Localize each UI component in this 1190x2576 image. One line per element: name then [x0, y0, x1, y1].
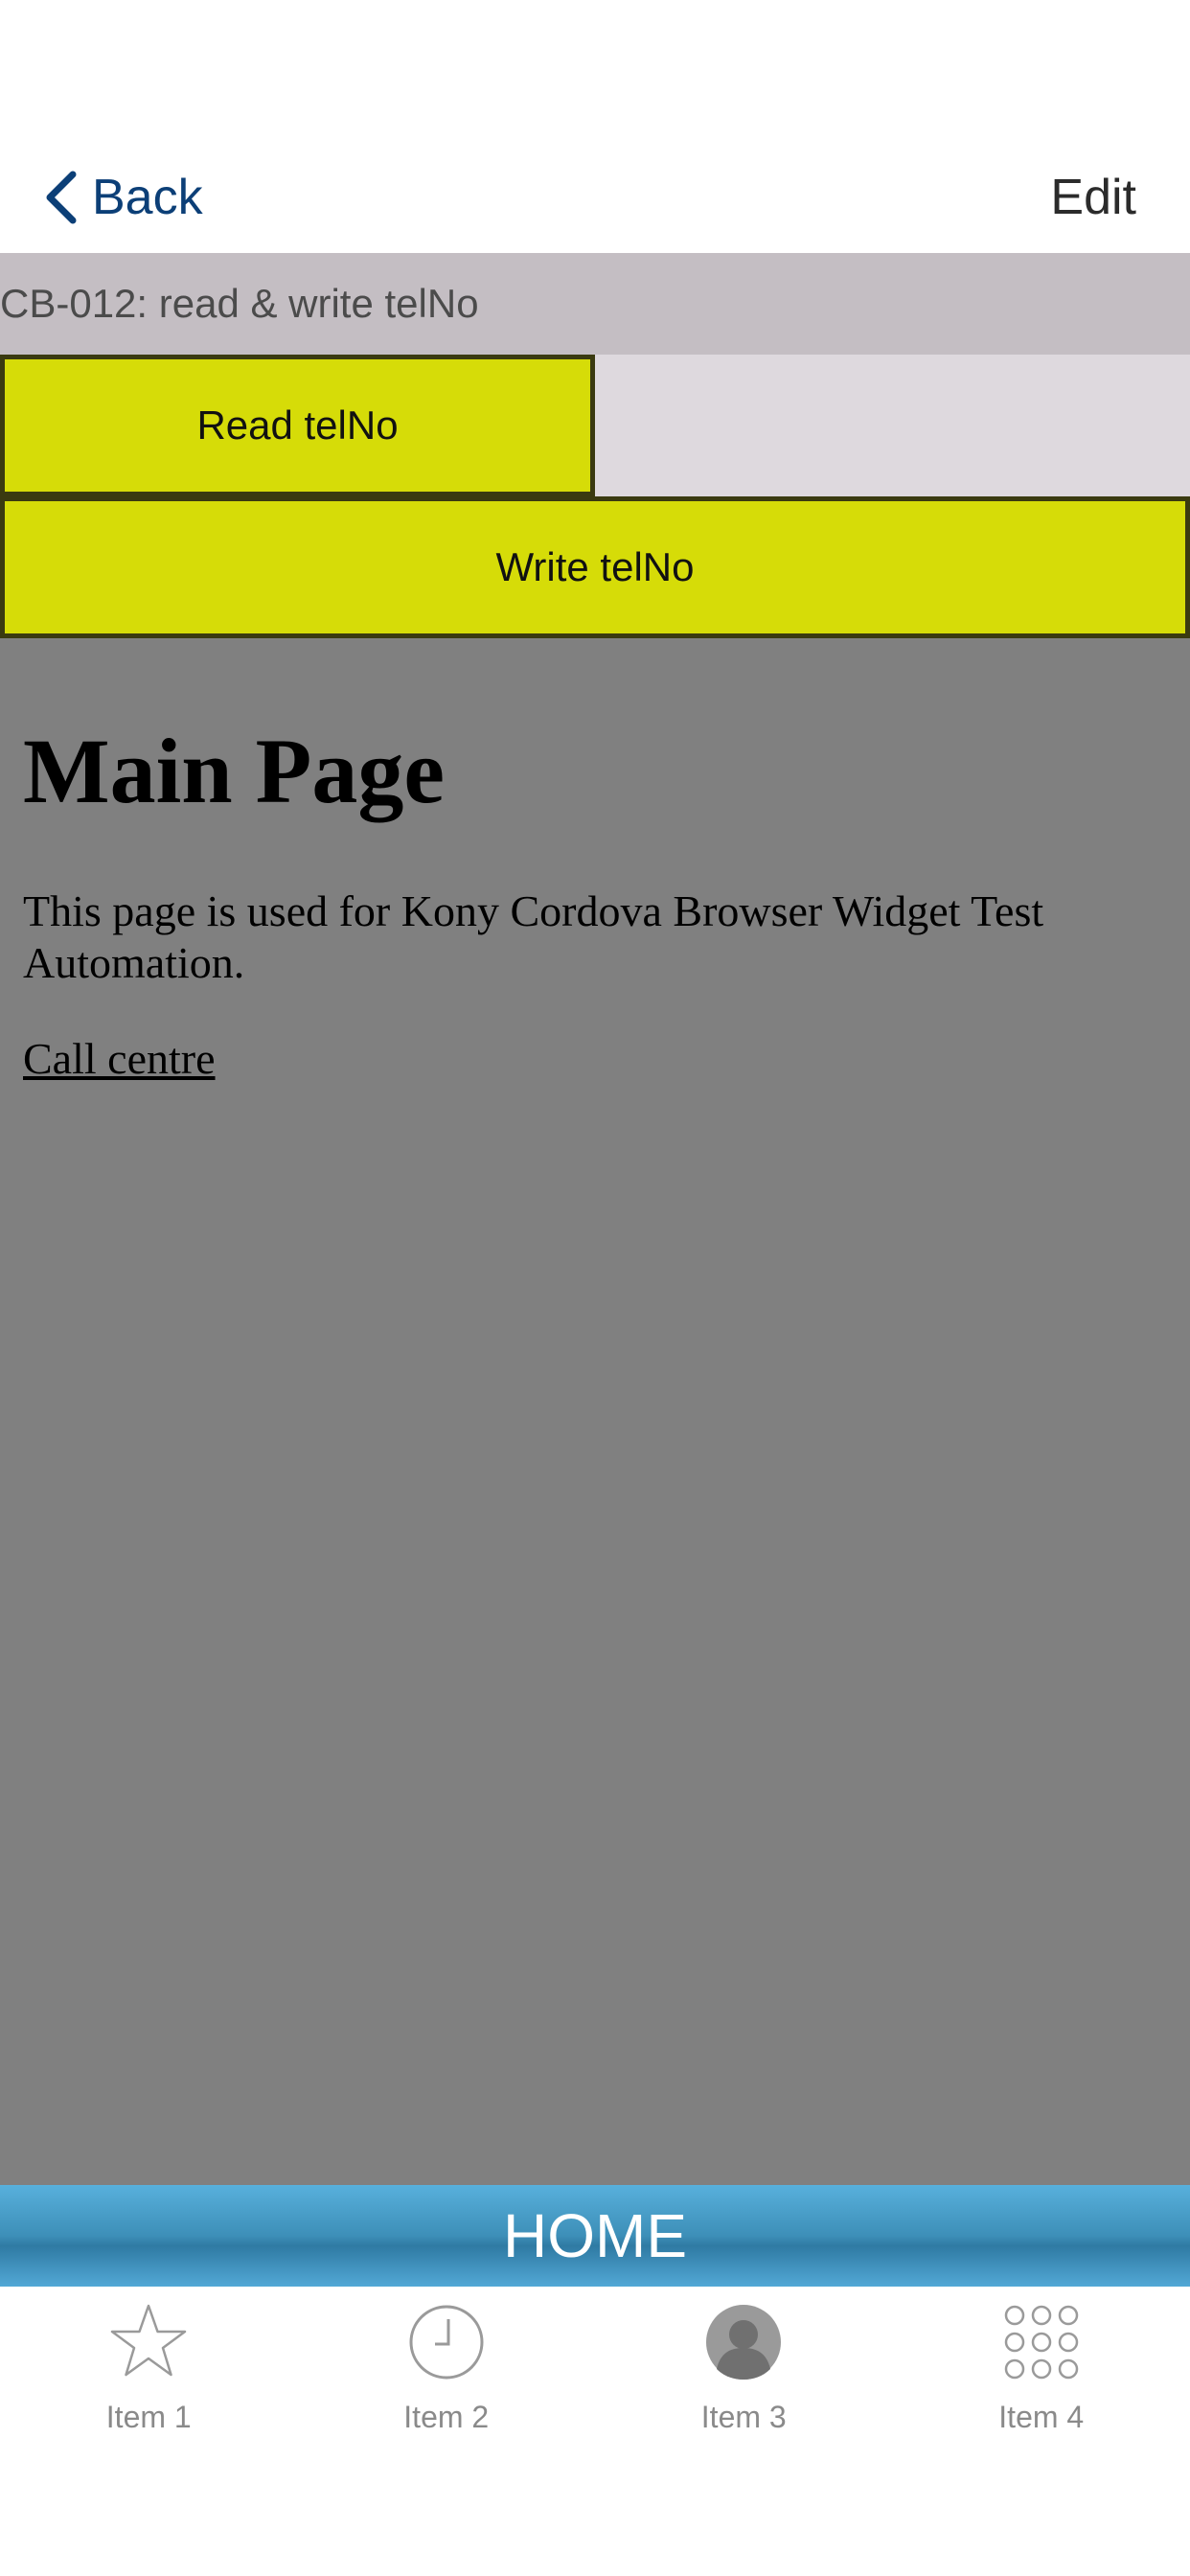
browser-heading: Main Page — [23, 720, 445, 822]
person-icon — [706, 2305, 782, 2380]
grid-icon — [1004, 2305, 1078, 2380]
tab-label-1: Item 1 — [105, 2400, 192, 2434]
back-label: Back — [92, 170, 203, 225]
form-title: CB-012: read & write telNo — [0, 281, 479, 326]
call-centre-link[interactable]: Call centre — [23, 1033, 216, 1084]
tab-label-2: Item 2 — [403, 2400, 490, 2434]
home-bar: HOME — [0, 2185, 1190, 2287]
status-bar-area — [0, 0, 1190, 144]
tab-item-1[interactable]: Item 1 — [0, 2287, 298, 2450]
browser-widget[interactable]: Main Page This page is used for Kony Cor… — [0, 638, 1190, 2185]
star-icon — [111, 2304, 187, 2377]
chevron-left-icon — [46, 171, 77, 224]
tab-item-4[interactable]: Item 4 — [893, 2287, 1190, 2450]
navigation-bar: Back Edit — [0, 144, 1190, 253]
tab-item-3[interactable]: Item 3 — [595, 2287, 893, 2450]
write-telno-button[interactable]: Write telNo — [0, 496, 1190, 638]
back-button[interactable]: Back — [42, 161, 203, 234]
tab-bar: Item 1 Item 2 Item 3 Item 4 — [0, 2287, 1190, 2576]
clock-icon — [409, 2305, 484, 2380]
edit-button[interactable]: Edit — [1050, 161, 1136, 234]
browser-description: This page is used for Kony Cordova Brows… — [23, 886, 1044, 987]
tab-item-2[interactable]: Item 2 — [298, 2287, 596, 2450]
read-telno-button[interactable]: Read telNo — [0, 355, 595, 496]
tab-label-3: Item 3 — [700, 2400, 787, 2434]
form-title-bar: CB-012: read & write telNo — [0, 253, 1190, 355]
home-label: HOME — [503, 2201, 687, 2270]
tab-label-4: Item 4 — [998, 2400, 1085, 2434]
